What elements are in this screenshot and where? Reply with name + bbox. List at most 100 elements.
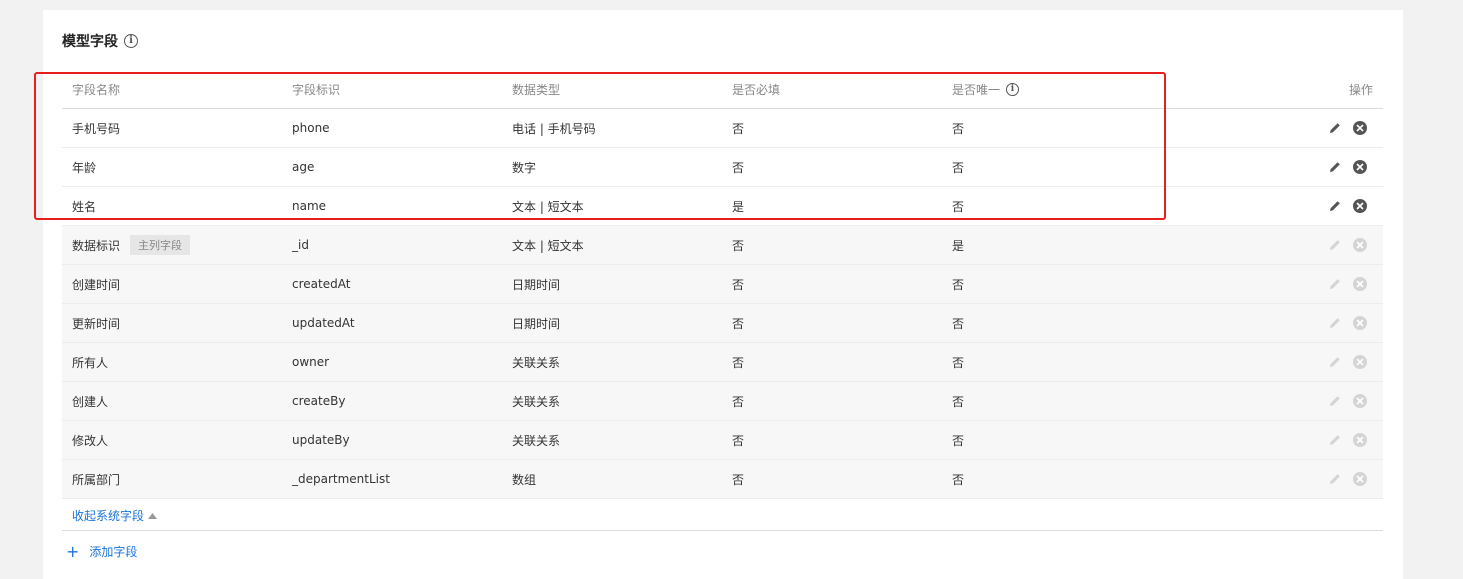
- field-type: 关联关系: [512, 433, 561, 448]
- field-name-cell: 所属部门: [72, 460, 120, 498]
- field-unique: 否: [952, 277, 965, 292]
- field-name: 姓名: [72, 199, 97, 214]
- field-name-cell: 创建时间: [72, 265, 120, 303]
- field-name: 所有人: [72, 355, 109, 370]
- header-data-type: 数据类型: [512, 82, 561, 97]
- caret-up-icon: [148, 512, 158, 519]
- row-actions: [1329, 343, 1367, 381]
- field-name: 手机号码: [72, 121, 121, 136]
- close-circle-icon[interactable]: [1353, 121, 1367, 135]
- field-name-cell: 所有人: [72, 343, 108, 381]
- field-name: 所属部门: [72, 472, 121, 487]
- header-actions: 操作: [1348, 82, 1373, 97]
- field-required: 否: [732, 316, 745, 331]
- field-name: 修改人: [72, 433, 109, 448]
- plus-icon: +: [66, 541, 80, 561]
- header-unique: 是否唯一 i: [952, 70, 1020, 108]
- pencil-icon: [1329, 278, 1341, 290]
- pencil-icon: [1329, 356, 1341, 368]
- field-key: _id: [292, 238, 309, 252]
- field-unique: 否: [952, 121, 965, 136]
- field-type: 数字: [512, 160, 537, 175]
- header-required: 是否必填: [732, 82, 781, 97]
- field-required: 否: [732, 238, 745, 253]
- field-name-cell: 创建人: [72, 382, 108, 420]
- table-row: 数据标识 主列字段 _id 文本 | 短文本 否 是: [62, 226, 1383, 265]
- close-circle-icon[interactable]: [1353, 160, 1367, 174]
- field-name-cell: 数据标识 主列字段: [72, 226, 191, 264]
- table-row: 修改人 updateBy 关联关系 否 否: [62, 421, 1383, 460]
- header-field-name: 字段名称: [72, 82, 121, 97]
- field-name-cell: 修改人: [72, 421, 108, 459]
- pencil-icon[interactable]: [1329, 200, 1341, 212]
- field-name: 数据标识: [72, 238, 121, 253]
- row-actions: [1329, 460, 1367, 498]
- table-row: 创建时间 createdAt 日期时间 否 否: [62, 265, 1383, 304]
- close-circle-icon[interactable]: [1353, 199, 1367, 213]
- row-actions: [1329, 187, 1367, 225]
- close-circle-icon: [1353, 355, 1367, 369]
- field-key: createdAt: [292, 277, 351, 291]
- row-actions: [1329, 421, 1367, 459]
- field-type: 数组: [512, 472, 537, 487]
- field-required: 否: [732, 394, 745, 409]
- row-actions: [1329, 148, 1367, 186]
- field-required: 否: [732, 355, 745, 370]
- field-unique: 否: [952, 160, 965, 175]
- pencil-icon: [1329, 473, 1341, 485]
- info-icon[interactable]: i: [124, 34, 138, 48]
- table-row: 创建人 createBy 关联关系 否 否: [62, 382, 1383, 421]
- field-required: 是: [732, 199, 745, 214]
- field-type: 文本 | 短文本: [512, 238, 584, 253]
- field-unique: 否: [952, 199, 965, 214]
- model-fields-card: 模型字段 i 字段名称 字段标识 数据类型 是否必填 是否唯一 i 操作 手机号…: [43, 10, 1403, 579]
- field-unique: 否: [952, 472, 965, 487]
- collapse-label: 收起系统字段: [72, 509, 145, 523]
- table-row: 手机号码 phone 电话 | 手机号码 否 否: [62, 109, 1383, 148]
- field-name: 创建时间: [72, 277, 121, 292]
- table-body: 手机号码 phone 电话 | 手机号码否否年龄 age 数字否否姓名 name 文本 | …: [62, 109, 1383, 499]
- close-circle-icon: [1353, 394, 1367, 408]
- table-header: 字段名称 字段标识 数据类型 是否必填 是否唯一 i 操作: [62, 70, 1383, 109]
- row-actions: [1329, 382, 1367, 420]
- field-type: 日期时间: [512, 277, 561, 292]
- close-circle-icon: [1353, 238, 1367, 252]
- primary-column-badge: 主列字段: [130, 235, 191, 255]
- field-key: createBy: [292, 394, 346, 408]
- row-actions: [1329, 226, 1367, 264]
- row-actions: [1329, 265, 1367, 303]
- pencil-icon[interactable]: [1329, 122, 1341, 134]
- field-name: 创建人: [72, 394, 109, 409]
- field-name-cell: 更新时间: [72, 304, 120, 342]
- field-required: 否: [732, 121, 745, 136]
- table-row: 年龄 age 数字 否 否: [62, 148, 1383, 187]
- header-unique-label: 是否唯一: [952, 82, 1001, 97]
- field-name: 年龄: [72, 160, 97, 175]
- field-key: updatedAt: [292, 316, 355, 330]
- field-unique: 否: [952, 433, 965, 448]
- collapse-system-fields-link[interactable]: 收起系统字段: [72, 507, 158, 524]
- field-type: 文本 | 短文本: [512, 199, 584, 214]
- field-name-cell: 年龄: [72, 148, 96, 186]
- field-type: 关联关系: [512, 394, 561, 409]
- table-row: 姓名 name 文本 | 短文本 是 否: [62, 187, 1383, 226]
- field-type: 关联关系: [512, 355, 561, 370]
- add-field-label: 添加字段: [89, 545, 138, 559]
- field-unique: 否: [952, 316, 965, 331]
- close-circle-icon: [1353, 316, 1367, 330]
- close-circle-icon: [1353, 277, 1367, 291]
- field-key: owner: [292, 355, 330, 369]
- close-circle-icon: [1353, 472, 1367, 486]
- section-header: 模型字段 i: [62, 32, 138, 50]
- field-type: 电话 | 手机号码: [512, 121, 596, 136]
- table-row: 所属部门 _departmentList 数组 否 否: [62, 460, 1383, 499]
- field-key: updateBy: [292, 433, 350, 447]
- section-title: 模型字段: [62, 34, 118, 50]
- info-icon[interactable]: i: [1006, 82, 1020, 96]
- header-field-key: 字段标识: [292, 82, 341, 97]
- field-key: age: [292, 160, 315, 174]
- add-field-button[interactable]: + 添加字段: [66, 543, 137, 560]
- pencil-icon[interactable]: [1329, 161, 1341, 173]
- field-name: 更新时间: [72, 316, 121, 331]
- field-name-cell: 手机号码: [72, 109, 120, 147]
